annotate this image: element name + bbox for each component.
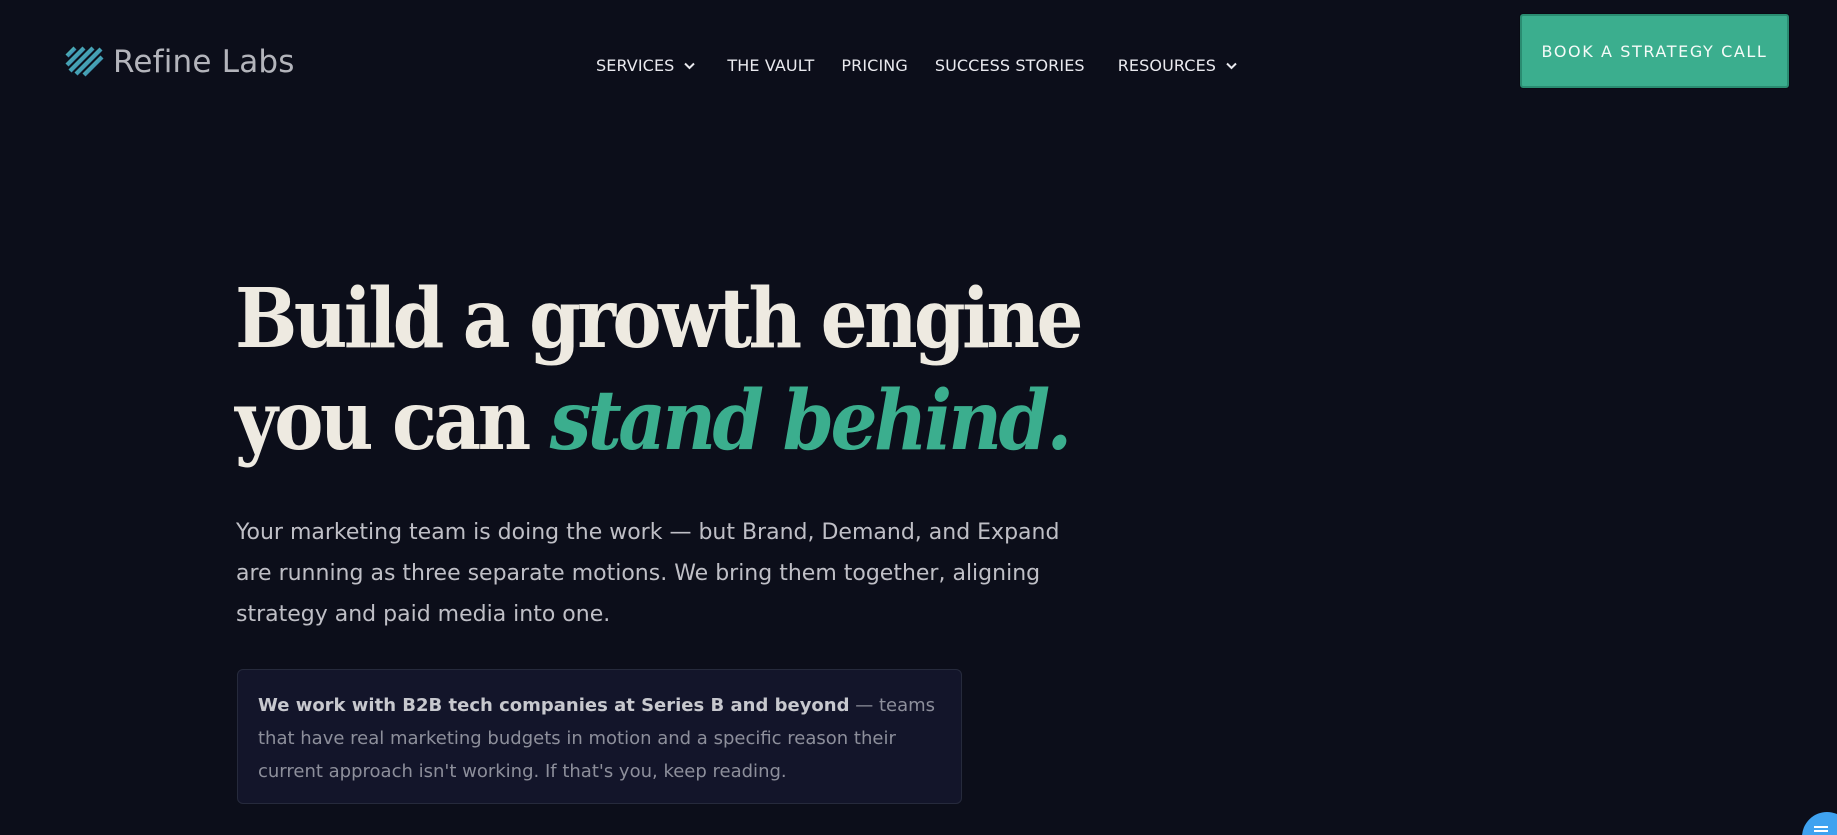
nav-success-stories[interactable]: SUCCESS STORIES [935,56,1085,75]
chat-widget-button[interactable] [1802,812,1837,835]
nav-services-label: SERVICES [596,56,675,75]
chevron-down-icon [1226,62,1237,69]
hero-headline-accent: stand behind. [549,373,1072,469]
nav-pricing[interactable]: PRICING [841,56,907,75]
hero-headline-line2: you can stand behind. [235,370,1080,472]
nav-resources-label: RESOURCES [1117,56,1217,75]
audience-callout: We work with B2B tech companies at Serie… [237,669,962,804]
nav-the-vault[interactable]: THE VAULT [727,56,814,75]
hero-lead-paragraph: Your marketing team is doing the work — … [236,520,1060,627]
logo-icon [65,46,104,77]
main-nav: SERVICES THE VAULT PRICING SUCCESS STORI… [596,56,1237,75]
nav-the-vault-label: THE VAULT [727,56,815,75]
hero-headline: Build a growth engine you can stand behi… [235,268,1083,472]
nav-pricing-label: PRICING [841,56,908,75]
book-strategy-call-button[interactable]: BOOK A STRATEGY CALL [1520,14,1789,88]
nav-services[interactable]: SERVICES [596,56,696,75]
hero-headline-line1: Build a growth engine [235,271,1083,367]
logo-link[interactable]: Refine Labs [64,45,295,79]
hero-headline-line2-start: you can [235,373,550,469]
page: Refine Labs SERVICES THE VAULT PRICING S… [0,0,1837,835]
nav-resources[interactable]: RESOURCES [1118,56,1237,75]
chevron-down-icon [684,62,696,69]
chat-bubble-icon [1814,826,1828,832]
logo-text: Refine Labs [113,43,295,80]
audience-callout-strong: We work with B2B tech companies at Serie… [258,695,850,716]
nav-success-stories-label: SUCCESS STORIES [934,56,1085,75]
